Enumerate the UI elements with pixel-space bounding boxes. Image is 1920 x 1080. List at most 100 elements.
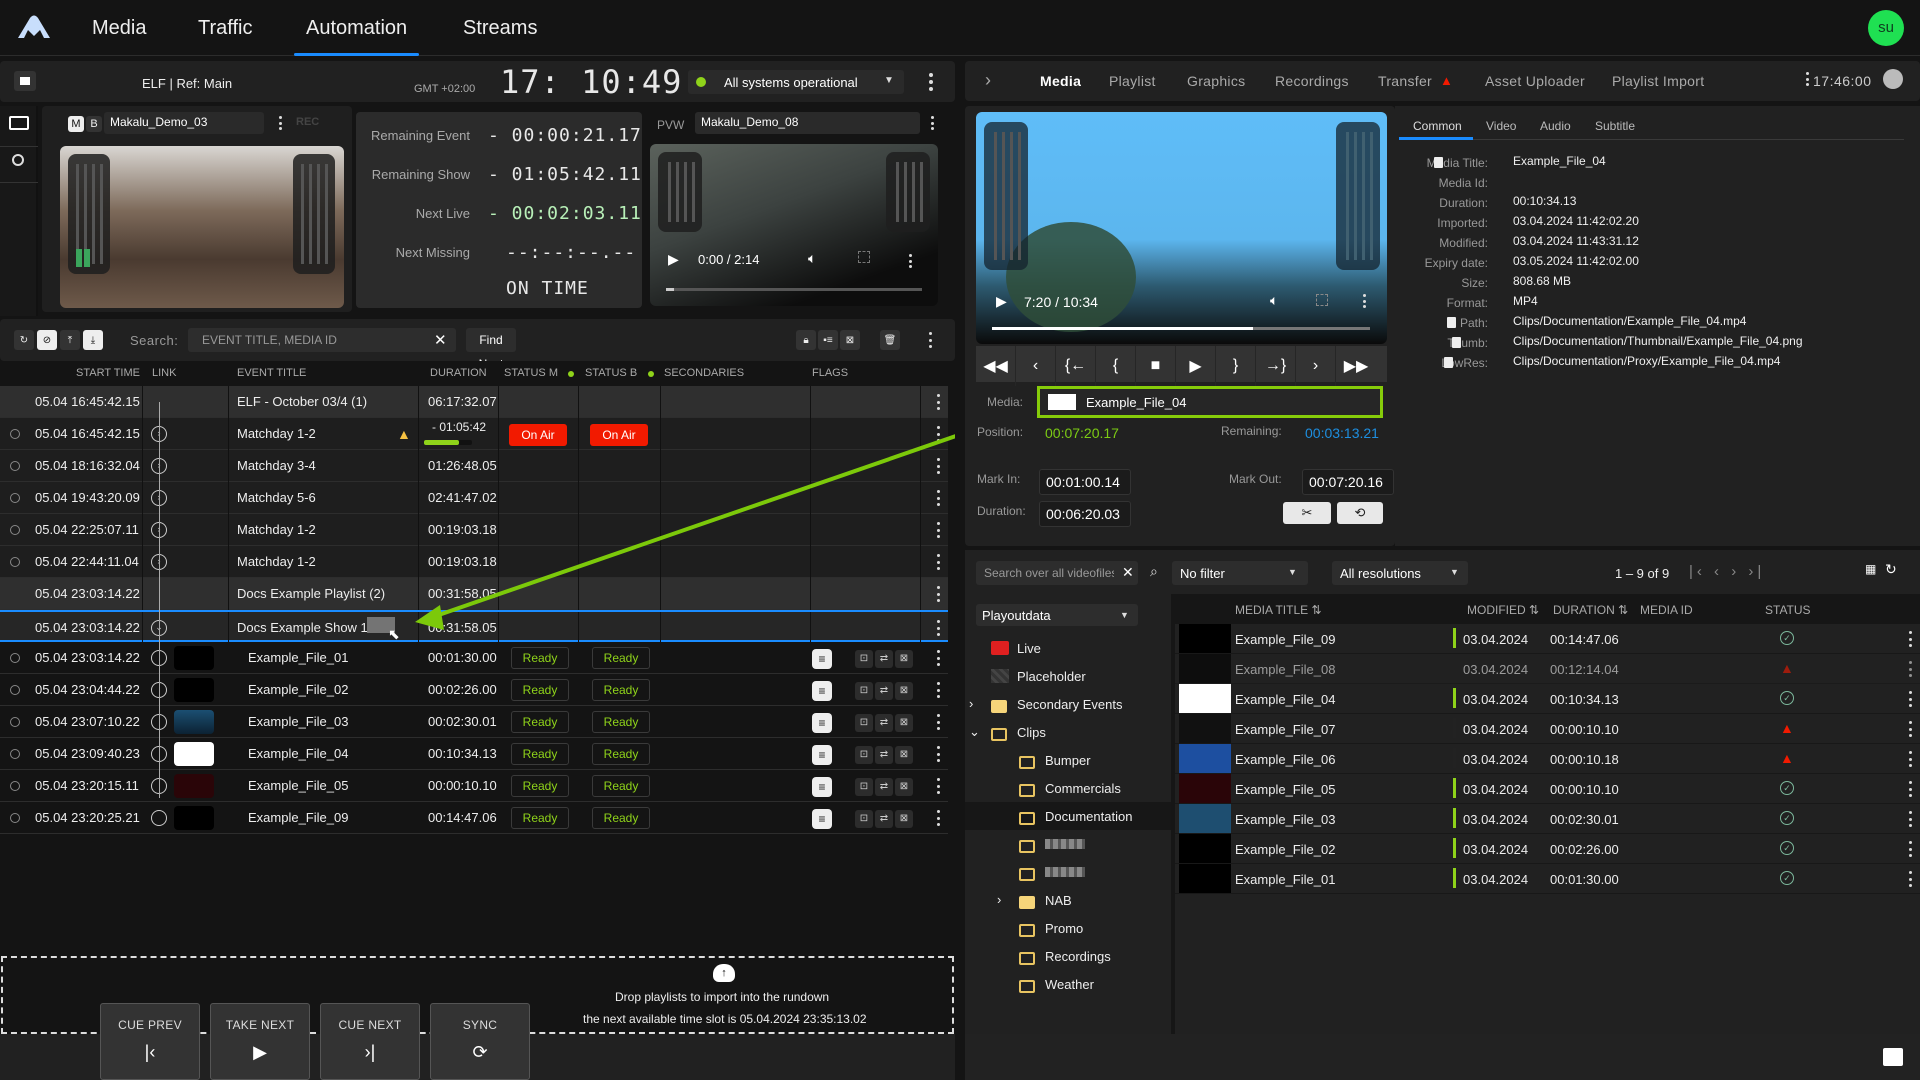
column-duration[interactable]: DURATION	[430, 367, 487, 379]
media-row[interactable]: Example_File_03 03.04.2024 00:02:30.01 ✓	[1175, 804, 1920, 834]
media-row[interactable]: Example_File_08 03.04.2024 00:12:14.04 ▲	[1175, 654, 1920, 684]
preview-seekbar[interactable]	[666, 288, 922, 291]
folder-tree-item[interactable]: Bumper	[965, 746, 1171, 774]
panel-toggle-icon[interactable]	[1883, 1048, 1903, 1066]
media-more-button[interactable]	[1908, 811, 1912, 827]
media-more-button[interactable]	[1908, 631, 1912, 647]
fullscreen-icon[interactable]	[1316, 294, 1328, 306]
media-more-button[interactable]	[1908, 691, 1912, 707]
row-more-button[interactable]	[936, 490, 940, 506]
lock-icon[interactable]: 🔒︎	[796, 330, 816, 350]
column-media-title[interactable]: MEDIA TITLE ⇅	[1235, 603, 1322, 617]
no-graphics-icon[interactable]: ⊠	[895, 714, 913, 732]
notes-icon[interactable]: ≡	[812, 681, 832, 701]
pagination-controls[interactable]: |‹ ‹ › ›|	[1689, 563, 1765, 580]
mark-out-field[interactable]: 00:07:20.16	[1302, 469, 1394, 495]
tab-asset-uploader[interactable]: Asset Uploader	[1485, 61, 1585, 101]
rundown-file-row[interactable]: 05.04 23:20:15.11 Example_File_05 00:00:10…	[0, 770, 948, 802]
folder-tree-item[interactable]: Live	[965, 634, 1171, 662]
media-more-button[interactable]	[1908, 841, 1912, 857]
rundown-group-row[interactable]: 05.04 16:45:42.15 ELF - October 03/4 (1) 0…	[0, 386, 948, 418]
step-back-button[interactable]: ‹	[1016, 346, 1056, 386]
tab-video[interactable]: Video	[1486, 119, 1516, 133]
media-row[interactable]: Example_File_07 03.04.2024 00:00:10.10 ▲	[1175, 714, 1920, 744]
app-logo-icon[interactable]	[16, 14, 52, 40]
tab-playlist-import[interactable]: Playlist Import	[1612, 61, 1704, 101]
mode-b-toggle[interactable]: B	[86, 116, 102, 132]
stop-button[interactable]: ■	[1136, 346, 1176, 386]
fullscreen-icon[interactable]	[858, 251, 870, 263]
hide-secondaries-icon[interactable]: ⊠	[840, 330, 860, 350]
fast-forward-button[interactable]: ▶▶	[1336, 346, 1376, 386]
rundown-event-row[interactable]: 05.04 16:45:42.15›Matchday 1-2▲- 01:05:4…	[0, 418, 948, 450]
loop-icon[interactable]: ⊡	[855, 682, 873, 700]
repeat-icon[interactable]: ⇄	[875, 810, 893, 828]
media-more-button[interactable]	[1908, 721, 1912, 737]
mark-in-field[interactable]: 00:01:00.14	[1039, 469, 1131, 495]
jump-top-button[interactable]: ⤒	[60, 330, 80, 350]
media-row[interactable]: Example_File_05 03.04.2024 00:00:10.10 ✓	[1175, 774, 1920, 804]
rundown-event-row[interactable]: 05.04 19:43:20.09›Matchday 5-602:41:47.0…	[0, 482, 948, 514]
media-row[interactable]: Example_File_02 03.04.2024 00:02:26.00 ✓	[1175, 834, 1920, 864]
row-more-button[interactable]	[936, 458, 940, 474]
user-account-icon[interactable]	[1883, 69, 1903, 89]
media-row[interactable]: Example_File_01 03.04.2024 00:01:30.00 ✓	[1175, 864, 1920, 894]
rundown-event-row[interactable]: 05.04 22:44:11.04›Matchday 1-200:19:03.1…	[0, 546, 948, 578]
media-more-button[interactable]	[1908, 751, 1912, 767]
play-icon[interactable]: ▶	[996, 293, 1007, 310]
rundown-more-button[interactable]	[928, 332, 932, 348]
loop-icon[interactable]: ⊡	[855, 810, 873, 828]
player-more-button[interactable]	[1362, 294, 1366, 308]
tab-subtitle[interactable]: Subtitle	[1595, 119, 1635, 133]
rundown-file-row[interactable]: 05.04 23:20:25.21 Example_File_09 00:14:47…	[0, 802, 948, 834]
row-more-button[interactable]	[936, 714, 940, 730]
play-icon[interactable]: ▶	[668, 251, 679, 268]
rundown-event-row[interactable]: 05.04 18:16:32.04›Matchday 3-401:26:48.0…	[0, 450, 948, 482]
cut-button[interactable]: ✂	[1283, 502, 1331, 524]
no-graphics-icon[interactable]: ⊠	[895, 650, 913, 668]
right-more-button[interactable]	[1805, 72, 1809, 86]
loop-icon[interactable]: ⊡	[855, 714, 873, 732]
rec-indicator[interactable]: REC	[296, 116, 319, 128]
tab-recordings[interactable]: Recordings	[1275, 61, 1349, 101]
find-next-button[interactable]: Find Next	[466, 328, 516, 371]
repeat-icon[interactable]: ⇄	[875, 778, 893, 796]
row-more-button[interactable]	[936, 586, 940, 602]
search-icon[interactable]: ⌕	[1150, 563, 1158, 580]
folder-tree-item[interactable]: Promo	[965, 914, 1171, 942]
channel-more-button[interactable]	[929, 73, 933, 91]
goto-mark-out-button[interactable]: →}	[1256, 346, 1296, 386]
monitor-icon[interactable]	[9, 116, 29, 130]
media-drop-field[interactable]: Example_File_04	[1037, 386, 1383, 418]
nav-traffic[interactable]: Traffic	[198, 0, 252, 56]
notes-icon[interactable]: ≡	[812, 745, 832, 765]
row-more-button[interactable]	[936, 810, 940, 826]
reset-button[interactable]: ⟲	[1337, 502, 1383, 524]
media-search-input[interactable]: Search over all videofiles ✕	[976, 561, 1138, 585]
folder-tree-item[interactable]: Documentation	[965, 802, 1171, 830]
filter-dropdown[interactable]: No filter ▼	[1172, 561, 1308, 585]
chevron-right-icon[interactable]: ›	[997, 892, 1001, 907]
loop-icon[interactable]: ⊡	[855, 778, 873, 796]
row-more-button[interactable]	[936, 426, 940, 442]
user-avatar[interactable]: su	[1868, 10, 1904, 46]
cue-prev-button[interactable]: CUE PREV |‹	[100, 1003, 200, 1080]
rundown-file-row[interactable]: 05.04 23:04:44.22 Example_File_02 00:02:26…	[0, 674, 948, 706]
resolution-dropdown[interactable]: All resolutions ▼	[1332, 561, 1468, 585]
rundown-search-input[interactable]: EVENT TITLE, MEDIA ID ✕	[188, 328, 456, 352]
folder-tree-item[interactable]: Placeholder	[965, 662, 1171, 690]
folder-tree-item[interactable]: Commercials	[965, 774, 1171, 802]
timer-off-button[interactable]: ⊘	[37, 330, 57, 350]
preview-more-button[interactable]	[930, 116, 934, 130]
folder-tree-item[interactable]	[965, 858, 1171, 886]
folder-tree-item[interactable]: › NAB	[965, 886, 1171, 914]
repeat-icon[interactable]: ⇄	[875, 682, 893, 700]
search-icon[interactable]	[12, 154, 24, 166]
media-more-button[interactable]	[1908, 871, 1912, 887]
media-more-button[interactable]	[1908, 661, 1912, 677]
notes-icon[interactable]: ≡	[812, 777, 832, 797]
goto-mark-in-button[interactable]: {←	[1056, 346, 1096, 386]
no-graphics-icon[interactable]: ⊠	[895, 746, 913, 764]
play-button[interactable]: ▶	[1176, 346, 1216, 386]
media-row[interactable]: Example_File_06 03.04.2024 00:00:10.18 ▲	[1175, 744, 1920, 774]
